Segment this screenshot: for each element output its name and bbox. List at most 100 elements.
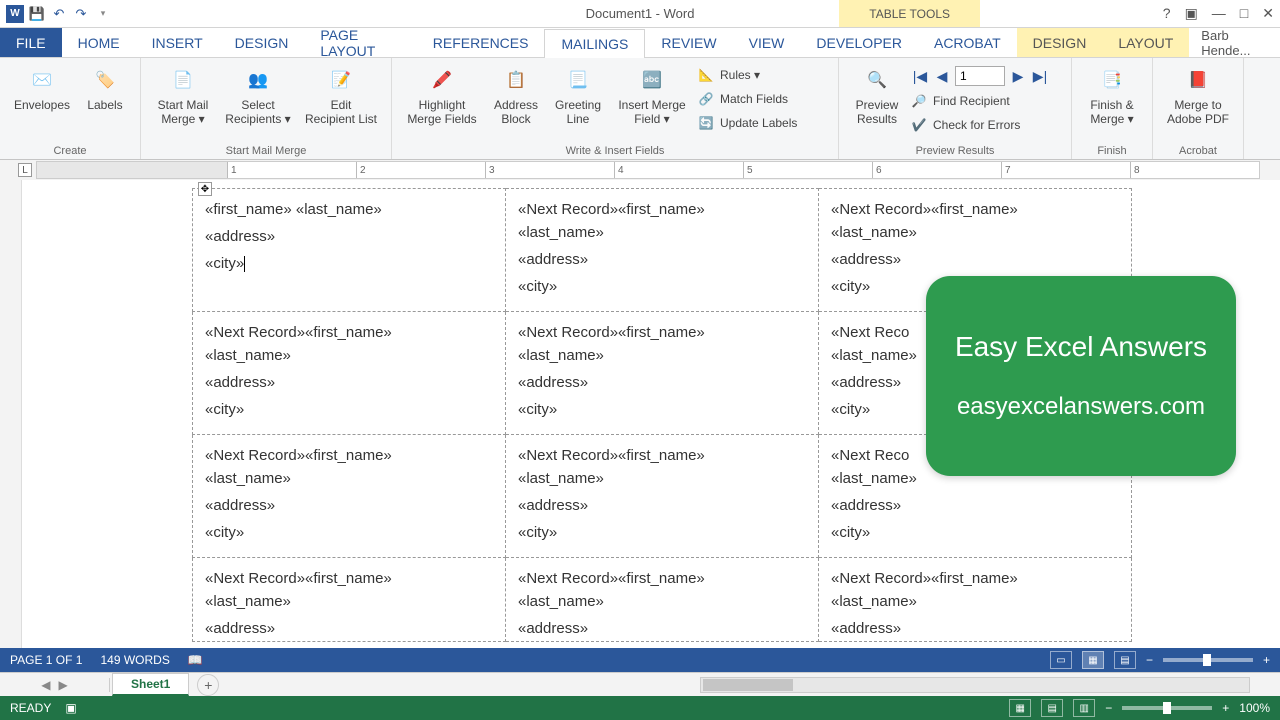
labels-button[interactable]: 🏷️Labels [80, 62, 130, 112]
tab-mailings[interactable]: MAILINGS [544, 29, 645, 58]
merge-field: «first_name» «last_name» [205, 199, 493, 220]
label-cell[interactable]: «Next Record»«first_name» «last_name» «a… [506, 558, 819, 642]
help-icon[interactable]: ? [1163, 5, 1171, 22]
match-fields-button[interactable]: 🔗Match Fields [698, 88, 828, 110]
record-number-input[interactable] [955, 66, 1005, 86]
merge-field: «last_name» [831, 222, 1119, 243]
ribbon-options-icon[interactable]: ▣ [1185, 5, 1198, 22]
vertical-ruler[interactable] [0, 180, 22, 648]
save-icon[interactable]: 💾 [28, 5, 46, 23]
highlight-icon: 🖍️ [426, 64, 458, 96]
table-move-handle[interactable]: ✥ [198, 182, 212, 196]
zoom-out-button[interactable]: − [1105, 701, 1112, 715]
tab-acrobat[interactable]: ACROBAT [918, 28, 1017, 57]
insert-merge-field-button[interactable]: 🔤Insert Merge Field ▾ [612, 62, 692, 127]
maximize-icon[interactable]: □ [1240, 5, 1248, 22]
ruler-row: L 123 456 78 [0, 160, 1280, 180]
merge-field: «address» [831, 249, 1119, 270]
label-cell[interactable]: «Next Record»«first_name» «last_name» «a… [819, 558, 1132, 642]
group-label: Preview Results [916, 143, 995, 157]
contextual-tab-label: TABLE TOOLS [839, 0, 980, 27]
page-break-view-button[interactable]: ▥ [1073, 699, 1095, 717]
merge-field: «address» [518, 372, 806, 393]
merge-field: «Next Record»«first_name» [205, 322, 493, 343]
normal-view-button[interactable]: ▦ [1009, 699, 1031, 717]
window-controls: ? ▣ — □ ✕ [1163, 5, 1274, 22]
tab-selector[interactable]: L [18, 163, 32, 177]
tab-design[interactable]: DESIGN [219, 28, 305, 57]
web-layout-button[interactable]: ▤ [1114, 651, 1136, 669]
word-count[interactable]: 149 WORDS [100, 653, 169, 667]
page-indicator[interactable]: PAGE 1 OF 1 [10, 653, 82, 667]
find-recipient-button[interactable]: 🔎Find Recipient [911, 90, 1061, 112]
minimize-icon[interactable]: — [1212, 5, 1226, 22]
zoom-slider[interactable] [1163, 658, 1253, 662]
print-layout-button[interactable]: ▦ [1082, 651, 1104, 669]
merge-field: «address» [518, 618, 806, 639]
undo-icon[interactable]: ↶ [50, 5, 68, 23]
merge-field: «Next Record»«first_name» [518, 445, 806, 466]
label-cell[interactable]: «Next Record»«first_name» «last_name» «a… [193, 312, 506, 435]
envelopes-button[interactable]: ✉️Envelopes [10, 62, 74, 112]
qat-customize-icon[interactable]: ▾ [94, 5, 112, 23]
finish-merge-button[interactable]: 📑Finish & Merge ▾ [1082, 62, 1142, 127]
next-record-button[interactable]: ▶ [1009, 67, 1027, 85]
horizontal-scrollbar[interactable] [700, 677, 1250, 693]
merge-field: «address» [831, 495, 1119, 516]
text-cursor [244, 256, 245, 272]
sheet-scroll-buttons[interactable]: ◀▶ [0, 678, 110, 692]
last-record-button[interactable]: ▶| [1031, 67, 1049, 85]
tab-table-layout[interactable]: LAYOUT [1102, 28, 1189, 57]
close-icon[interactable]: ✕ [1262, 5, 1274, 22]
page-layout-view-button[interactable]: ▤ [1041, 699, 1063, 717]
label-cell[interactable]: «Next Record»«first_name» «last_name» «a… [506, 435, 819, 558]
start-mail-merge-button[interactable]: 📄Start Mail Merge ▾ [151, 62, 215, 127]
group-label: Finish [1097, 143, 1126, 157]
sheet-tab[interactable]: Sheet1 [112, 673, 189, 696]
tab-developer[interactable]: DEVELOPER [800, 28, 918, 57]
tab-page-layout[interactable]: PAGE LAYOUT [304, 28, 416, 57]
zoom-slider[interactable] [1122, 706, 1212, 710]
zoom-in-button[interactable]: + [1263, 653, 1270, 667]
label-cell[interactable]: «Next Record»«first_name» «last_name» «a… [506, 312, 819, 435]
check-errors-button[interactable]: ✔️Check for Errors [911, 114, 1061, 136]
address-block-button[interactable]: 📋Address Block [488, 62, 544, 127]
preview-results-button[interactable]: 🔍Preview Results [849, 62, 905, 127]
tab-table-design[interactable]: DESIGN [1017, 28, 1103, 57]
read-mode-button[interactable]: ▭ [1050, 651, 1072, 669]
tab-review[interactable]: REVIEW [645, 28, 732, 57]
tab-insert[interactable]: INSERT [136, 28, 219, 57]
account-name[interactable]: Barb Hende... [1189, 28, 1280, 57]
label-cell[interactable]: «Next Record»«first_name» «last_name» «a… [506, 189, 819, 312]
merge-to-pdf-button[interactable]: 📕Merge to Adobe PDF [1163, 62, 1233, 127]
tab-references[interactable]: REFERENCES [417, 28, 545, 57]
zoom-in-button[interactable]: + [1222, 701, 1229, 715]
tab-home[interactable]: HOME [62, 28, 136, 57]
prev-record-button[interactable]: ◀ [933, 67, 951, 85]
horizontal-ruler[interactable]: 123 456 78 [36, 161, 1260, 179]
zoom-level[interactable]: 100% [1239, 701, 1270, 715]
pdf-icon: 📕 [1182, 64, 1214, 96]
update-labels-button[interactable]: 🔄Update Labels [698, 112, 828, 134]
ribbon-tabs: FILE HOME INSERT DESIGN PAGE LAYOUT REFE… [0, 28, 1280, 58]
excel-sheet-tabs: ◀▶ Sheet1 + [0, 672, 1280, 696]
group-acrobat: 📕Merge to Adobe PDF Acrobat [1153, 58, 1244, 159]
edit-recipient-list-button[interactable]: 📝Edit Recipient List [301, 62, 381, 127]
tab-file[interactable]: FILE [0, 28, 62, 57]
macro-record-icon[interactable]: ▣ [65, 701, 76, 715]
group-write-insert-fields: 🖍️Highlight Merge Fields 📋Address Block … [392, 58, 839, 159]
highlight-merge-fields-button[interactable]: 🖍️Highlight Merge Fields [402, 62, 482, 127]
merge-field: «address» [205, 372, 493, 393]
select-recipients-button[interactable]: 👥Select Recipients ▾ [221, 62, 295, 127]
tab-view[interactable]: VIEW [733, 28, 801, 57]
label-cell[interactable]: «Next Record»«first_name» «last_name» «a… [193, 435, 506, 558]
new-sheet-button[interactable]: + [197, 674, 219, 696]
zoom-out-button[interactable]: − [1146, 653, 1153, 667]
label-cell[interactable]: «first_name» «last_name» «address» «city… [193, 189, 506, 312]
label-cell[interactable]: «Next Record»«first_name» «last_name» «a… [193, 558, 506, 642]
redo-icon[interactable]: ↷ [72, 5, 90, 23]
rules-button[interactable]: 📐Rules ▾ [698, 64, 828, 86]
spellcheck-icon[interactable]: 📖 [188, 653, 203, 667]
greeting-line-button[interactable]: 📃Greeting Line [550, 62, 606, 127]
first-record-button[interactable]: |◀ [911, 67, 929, 85]
